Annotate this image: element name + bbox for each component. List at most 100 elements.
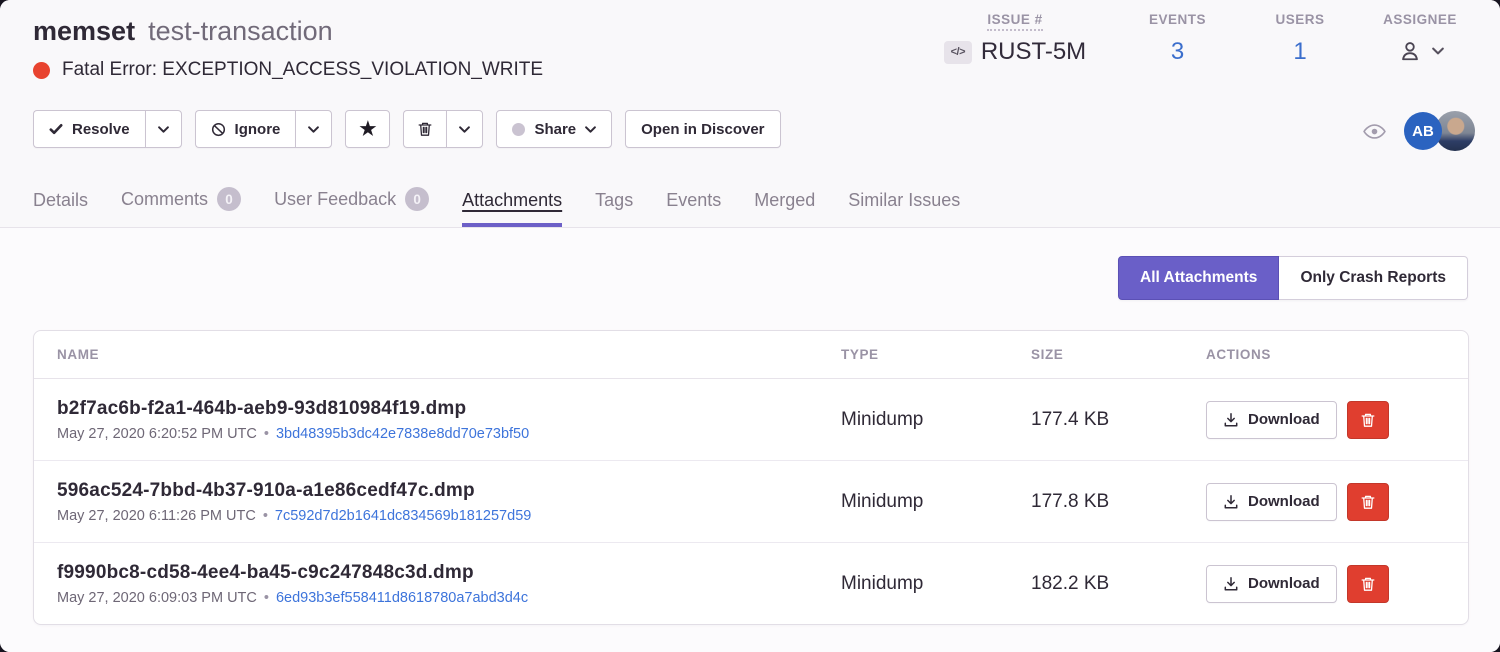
trash-icon	[1360, 412, 1376, 428]
chevron-down-icon	[308, 126, 319, 133]
delete-button-group	[403, 110, 483, 148]
resolve-button-group: Resolve	[33, 110, 182, 148]
attachment-actions: Download	[1206, 483, 1468, 521]
attachment-type: Minidump	[841, 491, 1031, 513]
feedback-count-badge: 0	[405, 187, 429, 211]
resolve-button[interactable]: Resolve	[33, 110, 145, 148]
users-count[interactable]: 1	[1240, 38, 1360, 66]
avatar[interactable]: AB	[1404, 112, 1442, 150]
tab-details[interactable]: Details	[33, 190, 88, 227]
event-id-link[interactable]: 6ed93b3ef558411d8618780a7abd3d4c	[276, 590, 528, 606]
transaction-name: test-transaction	[148, 14, 333, 48]
code-icon: </>	[944, 41, 972, 64]
attachment-type: Minidump	[841, 409, 1031, 431]
download-icon	[1223, 412, 1239, 428]
column-header-type: TYPE	[841, 347, 1031, 362]
tab-events[interactable]: Events	[666, 190, 721, 227]
attachment-meta: May 27, 2020 6:20:52 PM UTC • 3bd48395b3…	[57, 426, 841, 442]
tab-attachments[interactable]: Attachments	[462, 190, 562, 227]
trash-icon	[1360, 576, 1376, 592]
attachment-timestamp: May 27, 2020 6:09:03 PM UTC	[57, 590, 257, 606]
attachments-table: NAME TYPE SIZE ACTIONS b2f7ac6b-f2a1-464…	[33, 330, 1469, 625]
toolbar-right: AB	[1362, 111, 1476, 151]
attachment-name-cell: f9990bc8-cd58-4ee4-ba45-c9c247848c3d.dmp…	[34, 562, 841, 606]
action-toolbar: Resolve Ignore	[33, 110, 781, 148]
delete-issue-button[interactable]	[403, 110, 446, 148]
attachment-timestamp: May 27, 2020 6:11:26 PM UTC	[57, 508, 256, 524]
assignee-selector[interactable]	[1360, 38, 1480, 64]
attachment-type: Minidump	[841, 573, 1031, 595]
error-level-dot	[33, 62, 50, 79]
attachment-filename: b2f7ac6b-f2a1-464b-aeb9-93d810984f19.dmp	[57, 398, 841, 420]
attachment-size: 182.2 KB	[1031, 573, 1206, 595]
bookmark-button[interactable]: ★	[345, 110, 390, 148]
download-icon	[1223, 494, 1239, 510]
issue-title: memset test-transaction	[33, 14, 543, 48]
share-label: Share	[534, 121, 576, 138]
event-id-link[interactable]: 3bd48395b3dc42e7838e8dd70e73bf50	[276, 426, 529, 442]
resolve-label: Resolve	[72, 121, 130, 138]
trash-icon	[1360, 494, 1376, 510]
open-in-discover-button[interactable]: Open in Discover	[625, 110, 780, 148]
error-message: Fatal Error: EXCEPTION_ACCESS_VIOLATION_…	[62, 59, 543, 81]
ignore-dropdown-button[interactable]	[295, 110, 332, 148]
events-count[interactable]: 3	[1115, 38, 1240, 66]
tab-tags[interactable]: Tags	[595, 190, 633, 227]
issue-number-value[interactable]: </> RUST-5M	[915, 38, 1115, 66]
issue-detail-page: memset test-transaction Fatal Error: EXC…	[0, 0, 1500, 652]
meta-separator: •	[263, 508, 268, 524]
column-header-size: SIZE	[1031, 347, 1206, 362]
column-header-actions: ACTIONS	[1206, 347, 1468, 362]
stat-events: EVENTS 3	[1115, 12, 1240, 66]
tab-user-feedback[interactable]: User Feedback 0	[274, 187, 429, 227]
avatar-initials: AB	[1412, 123, 1434, 140]
attachment-meta: May 27, 2020 6:11:26 PM UTC • 7c592d7d2b…	[57, 508, 841, 524]
download-button[interactable]: Download	[1206, 483, 1337, 521]
person-icon	[1397, 38, 1423, 64]
subscribe-eye-icon[interactable]	[1362, 119, 1387, 144]
delete-attachment-button[interactable]	[1347, 483, 1389, 521]
filter-only-crash-reports-button[interactable]: Only Crash Reports	[1279, 256, 1468, 300]
download-label: Download	[1248, 493, 1320, 510]
tab-merged[interactable]: Merged	[754, 190, 815, 227]
chevron-down-icon	[158, 126, 169, 133]
delete-dropdown-button[interactable]	[446, 110, 483, 148]
tab-comments[interactable]: Comments 0	[121, 187, 241, 227]
event-id-link[interactable]: 7c592d7d2b1641dc834569b181257d59	[275, 508, 531, 524]
download-button[interactable]: Download	[1206, 565, 1337, 603]
attachment-name-cell: b2f7ac6b-f2a1-464b-aeb9-93d810984f19.dmp…	[34, 398, 841, 442]
attachment-actions: Download	[1206, 565, 1468, 603]
download-icon	[1223, 576, 1239, 592]
resolve-dropdown-button[interactable]	[145, 110, 182, 148]
ignore-button[interactable]: Ignore	[195, 110, 296, 148]
title-block: memset test-transaction Fatal Error: EXC…	[33, 14, 543, 81]
issue-header: memset test-transaction Fatal Error: EXC…	[0, 0, 1500, 228]
filter-all-attachments-button[interactable]: All Attachments	[1118, 256, 1279, 300]
issue-tabs: Details Comments 0 User Feedback 0 Attac…	[33, 187, 960, 227]
attachment-actions: Download	[1206, 401, 1468, 439]
issue-short-id: RUST-5M	[981, 38, 1086, 66]
culprit-function: memset	[33, 14, 135, 48]
share-status-dot	[512, 123, 525, 136]
table-header: NAME TYPE SIZE ACTIONS	[34, 331, 1468, 379]
attachment-filename: 596ac524-7bbd-4b37-910a-a1e86cedf47c.dmp	[57, 480, 841, 502]
meta-separator: •	[264, 590, 269, 606]
trash-icon	[417, 121, 433, 137]
attachment-timestamp: May 27, 2020 6:20:52 PM UTC	[57, 426, 257, 442]
download-label: Download	[1248, 575, 1320, 592]
meta-separator: •	[264, 426, 269, 442]
attachment-size: 177.8 KB	[1031, 491, 1206, 513]
share-button[interactable]: Share	[496, 110, 612, 148]
download-button[interactable]: Download	[1206, 401, 1337, 439]
issue-stats: ISSUE # </> RUST-5M EVENTS 3 USERS 1 ASS…	[915, 12, 1480, 66]
delete-attachment-button[interactable]	[1347, 565, 1389, 603]
star-icon: ★	[359, 120, 376, 139]
comments-count-badge: 0	[217, 187, 241, 211]
delete-attachment-button[interactable]	[1347, 401, 1389, 439]
ignore-label: Ignore	[235, 121, 281, 138]
stat-users: USERS 1	[1240, 12, 1360, 66]
ignore-button-group: Ignore	[195, 110, 333, 148]
table-row: b2f7ac6b-f2a1-464b-aeb9-93d810984f19.dmp…	[34, 379, 1468, 461]
table-row: 596ac524-7bbd-4b37-910a-a1e86cedf47c.dmp…	[34, 461, 1468, 543]
tab-similar-issues[interactable]: Similar Issues	[848, 190, 960, 227]
